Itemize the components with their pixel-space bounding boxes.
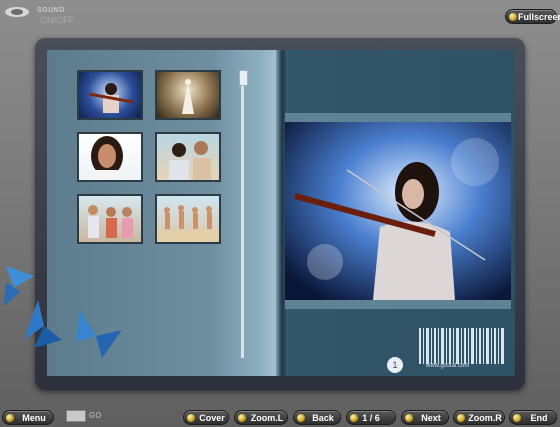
bullet-icon: [238, 414, 246, 422]
footer-band: [285, 300, 511, 309]
smiling-woman-photo: [91, 136, 123, 180]
cover-button[interactable]: Cover: [183, 410, 229, 425]
bullet-icon: [457, 414, 465, 422]
statue-photo: [182, 79, 194, 114]
bullet-icon: [297, 414, 305, 422]
fullscreen-button[interactable]: Fullscreen: [505, 9, 560, 24]
thumbnail-beach[interactable]: [155, 194, 221, 244]
violinist-photo: [88, 83, 134, 113]
zoom-left-button[interactable]: Zoom.L: [234, 410, 288, 425]
feature-photo: [285, 122, 511, 300]
speaker-icon: [5, 7, 29, 17]
end-button[interactable]: End: [509, 410, 557, 425]
go-button[interactable]: GO: [89, 411, 101, 420]
thumbnail-scrollbar[interactable]: [241, 72, 244, 358]
goto-page-input[interactable]: [66, 410, 86, 422]
bullet-icon: [509, 13, 517, 21]
friends-photo: [88, 205, 133, 238]
back-button[interactable]: Back: [293, 410, 341, 425]
bullet-icon: [187, 414, 195, 422]
couple-photo: [169, 141, 211, 180]
bullet-icon: [513, 414, 521, 422]
thumbnail-smiling-woman[interactable]: [77, 132, 143, 182]
bullet-icon: [350, 414, 358, 422]
violinist-feature-image: [285, 122, 511, 300]
butterfly-icon: [76, 310, 122, 358]
sound-label: SOUND: [37, 7, 65, 14]
header-band: [285, 113, 511, 122]
bullet-icon: [6, 414, 14, 422]
thumbnail-friends[interactable]: [77, 194, 143, 244]
page-indicator: 1 / 6: [346, 410, 396, 425]
sound-control[interactable]: SOUND ON/OFF: [4, 4, 74, 26]
next-button[interactable]: Next: [401, 410, 449, 425]
scrollbar-thumb[interactable]: [239, 70, 248, 86]
page-badge: 1: [387, 357, 403, 373]
beach-photo: [157, 205, 219, 242]
sound-toggle[interactable]: ON/OFF: [40, 15, 74, 25]
barcode-url: www.gostal.com: [426, 363, 470, 369]
thumbnail-couple[interactable]: [155, 132, 221, 182]
menu-button[interactable]: Menu: [2, 410, 54, 425]
thumbnail-violinist[interactable]: [77, 70, 143, 120]
thumbnail-statue[interactable]: [155, 70, 221, 120]
zoom-right-button[interactable]: Zoom.R: [453, 410, 505, 425]
bullet-icon: [405, 414, 413, 422]
butterfly-icon: [24, 300, 62, 348]
